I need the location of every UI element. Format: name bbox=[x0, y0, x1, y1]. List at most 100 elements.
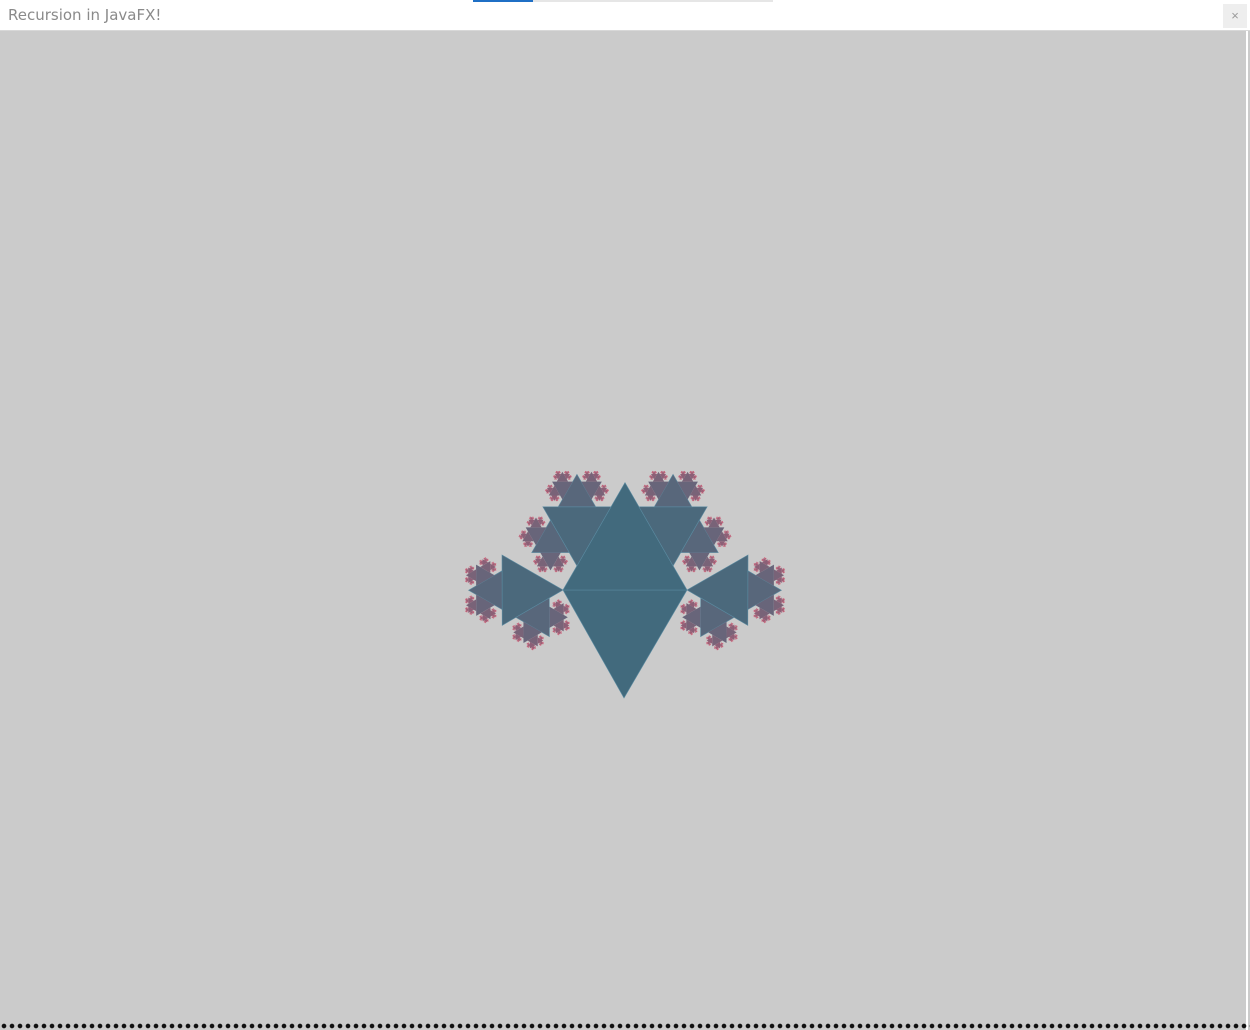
fractal-triangle bbox=[514, 634, 516, 636]
fractal-triangle bbox=[782, 577, 783, 578]
fractal-triangle bbox=[761, 620, 762, 622]
fractal-triangle bbox=[680, 623, 681, 625]
fractal-triangle bbox=[518, 622, 520, 624]
fractal-triangle bbox=[471, 614, 473, 615]
fractal-triangle bbox=[694, 627, 696, 629]
title-bar[interactable]: Recursion in JavaFX! × bbox=[0, 0, 1250, 31]
fractal-triangle bbox=[559, 634, 560, 635]
fractal-triangle bbox=[488, 620, 489, 622]
fractal-triangle bbox=[521, 624, 522, 625]
fractal-triangle bbox=[521, 639, 522, 641]
fractal-triangle bbox=[761, 560, 762, 561]
fractal-triangle bbox=[728, 625, 729, 627]
fractal-triangle bbox=[734, 625, 736, 627]
fractal-triangle bbox=[690, 599, 692, 601]
fractal-triangle bbox=[753, 568, 755, 569]
fractal-triangle bbox=[734, 638, 736, 640]
fractal-triangle bbox=[694, 606, 696, 607]
fractal-triangle bbox=[782, 568, 783, 569]
fractal-triangle bbox=[682, 629, 684, 631]
fractal-triangle bbox=[561, 632, 562, 634]
fractal-triangle bbox=[706, 636, 707, 638]
fractal-triangle bbox=[471, 595, 473, 597]
fractal-triangle bbox=[680, 610, 681, 612]
fractal-triangle bbox=[763, 622, 765, 623]
fractal-triangle bbox=[528, 646, 530, 648]
fractal-triangle bbox=[533, 649, 534, 651]
fractal-triangle bbox=[755, 562, 757, 563]
fractal-triangle bbox=[561, 631, 562, 633]
app-window: Recursion in JavaFX! × bbox=[0, 0, 1250, 1030]
fractal-triangle bbox=[775, 581, 777, 582]
fractal-triangle bbox=[467, 572, 468, 574]
fractal-triangle bbox=[518, 641, 520, 642]
fractal-triangle bbox=[713, 646, 715, 648]
fractal-triangle bbox=[566, 604, 568, 605]
fractal-triangle bbox=[775, 567, 777, 568]
fractal-triangle bbox=[496, 616, 497, 617]
fractal-triangle bbox=[473, 598, 475, 600]
fractal-triangle bbox=[706, 641, 707, 643]
fractal-triangle bbox=[535, 648, 537, 649]
fractal-tree-drawing bbox=[464, 470, 786, 699]
fractal-triangle bbox=[473, 611, 475, 612]
fractal-triangle bbox=[777, 584, 779, 585]
fractal-triangle bbox=[682, 613, 684, 614]
fractal-triangle bbox=[569, 623, 570, 625]
fractal-triangle bbox=[488, 619, 489, 621]
fractal-triangle bbox=[778, 565, 779, 567]
fractal-triangle bbox=[566, 629, 568, 631]
fractal-triangle bbox=[493, 608, 495, 610]
fractal-triangle bbox=[493, 617, 495, 619]
fractal-triangle bbox=[473, 581, 475, 582]
fractal-triangle bbox=[543, 638, 544, 640]
fractal-triangle bbox=[540, 635, 542, 637]
fractal-triangle bbox=[708, 644, 709, 646]
fractal-triangle bbox=[481, 560, 482, 561]
fractal-triangle bbox=[688, 632, 689, 634]
fractal-triangle bbox=[569, 611, 570, 613]
fractal-triangle bbox=[728, 638, 729, 639]
fractal-triangle bbox=[493, 562, 495, 563]
fractal-triangle bbox=[782, 581, 783, 583]
fractal-triangle bbox=[706, 643, 707, 645]
fractal-triangle bbox=[569, 626, 570, 628]
fractal-triangle bbox=[730, 622, 732, 624]
fractal-triangle bbox=[535, 646, 537, 648]
fractal-triangle bbox=[467, 568, 468, 569]
fractal-triangle bbox=[775, 612, 777, 614]
fractal-triangle bbox=[777, 614, 779, 615]
fractal-triangle bbox=[495, 564, 497, 566]
fractal-triangle bbox=[768, 564, 769, 565]
fractal-triangle bbox=[753, 611, 754, 612]
fractal-triangle bbox=[558, 599, 560, 601]
fractal-triangle bbox=[767, 619, 769, 621]
fractal-triangle bbox=[569, 606, 570, 608]
fractal-triangle bbox=[496, 611, 497, 612]
fractal-triangle bbox=[680, 621, 681, 623]
fractal-triangle bbox=[775, 582, 777, 584]
fractal-canvas bbox=[0, 32, 1246, 1022]
fractal-triangle bbox=[481, 615, 483, 617]
fractal-triangle bbox=[720, 642, 722, 644]
fractal-triangle bbox=[753, 616, 754, 617]
fractal-triangle bbox=[775, 568, 777, 570]
fractal-triangle bbox=[543, 641, 544, 643]
close-button[interactable]: × bbox=[1223, 4, 1247, 28]
fractal-triangle bbox=[761, 558, 762, 560]
fractal-triangle bbox=[753, 564, 755, 566]
fractal-triangle bbox=[554, 627, 556, 629]
fractal-triangle bbox=[481, 619, 483, 621]
fractal-triangle bbox=[753, 563, 755, 564]
fractal-triangle bbox=[521, 638, 522, 639]
fractal-triangle bbox=[753, 609, 754, 611]
fractal-triangle bbox=[495, 569, 497, 571]
fractal-triangle bbox=[694, 631, 696, 633]
fractal-triangle bbox=[467, 602, 468, 604]
window-right-edge bbox=[1246, 31, 1248, 1030]
fractal-triangle bbox=[493, 571, 495, 572]
fractal-triangle bbox=[562, 589, 688, 699]
fractal-triangle bbox=[782, 598, 783, 599]
fractal-triangle bbox=[569, 621, 570, 623]
fractal-triangle bbox=[485, 557, 487, 559]
